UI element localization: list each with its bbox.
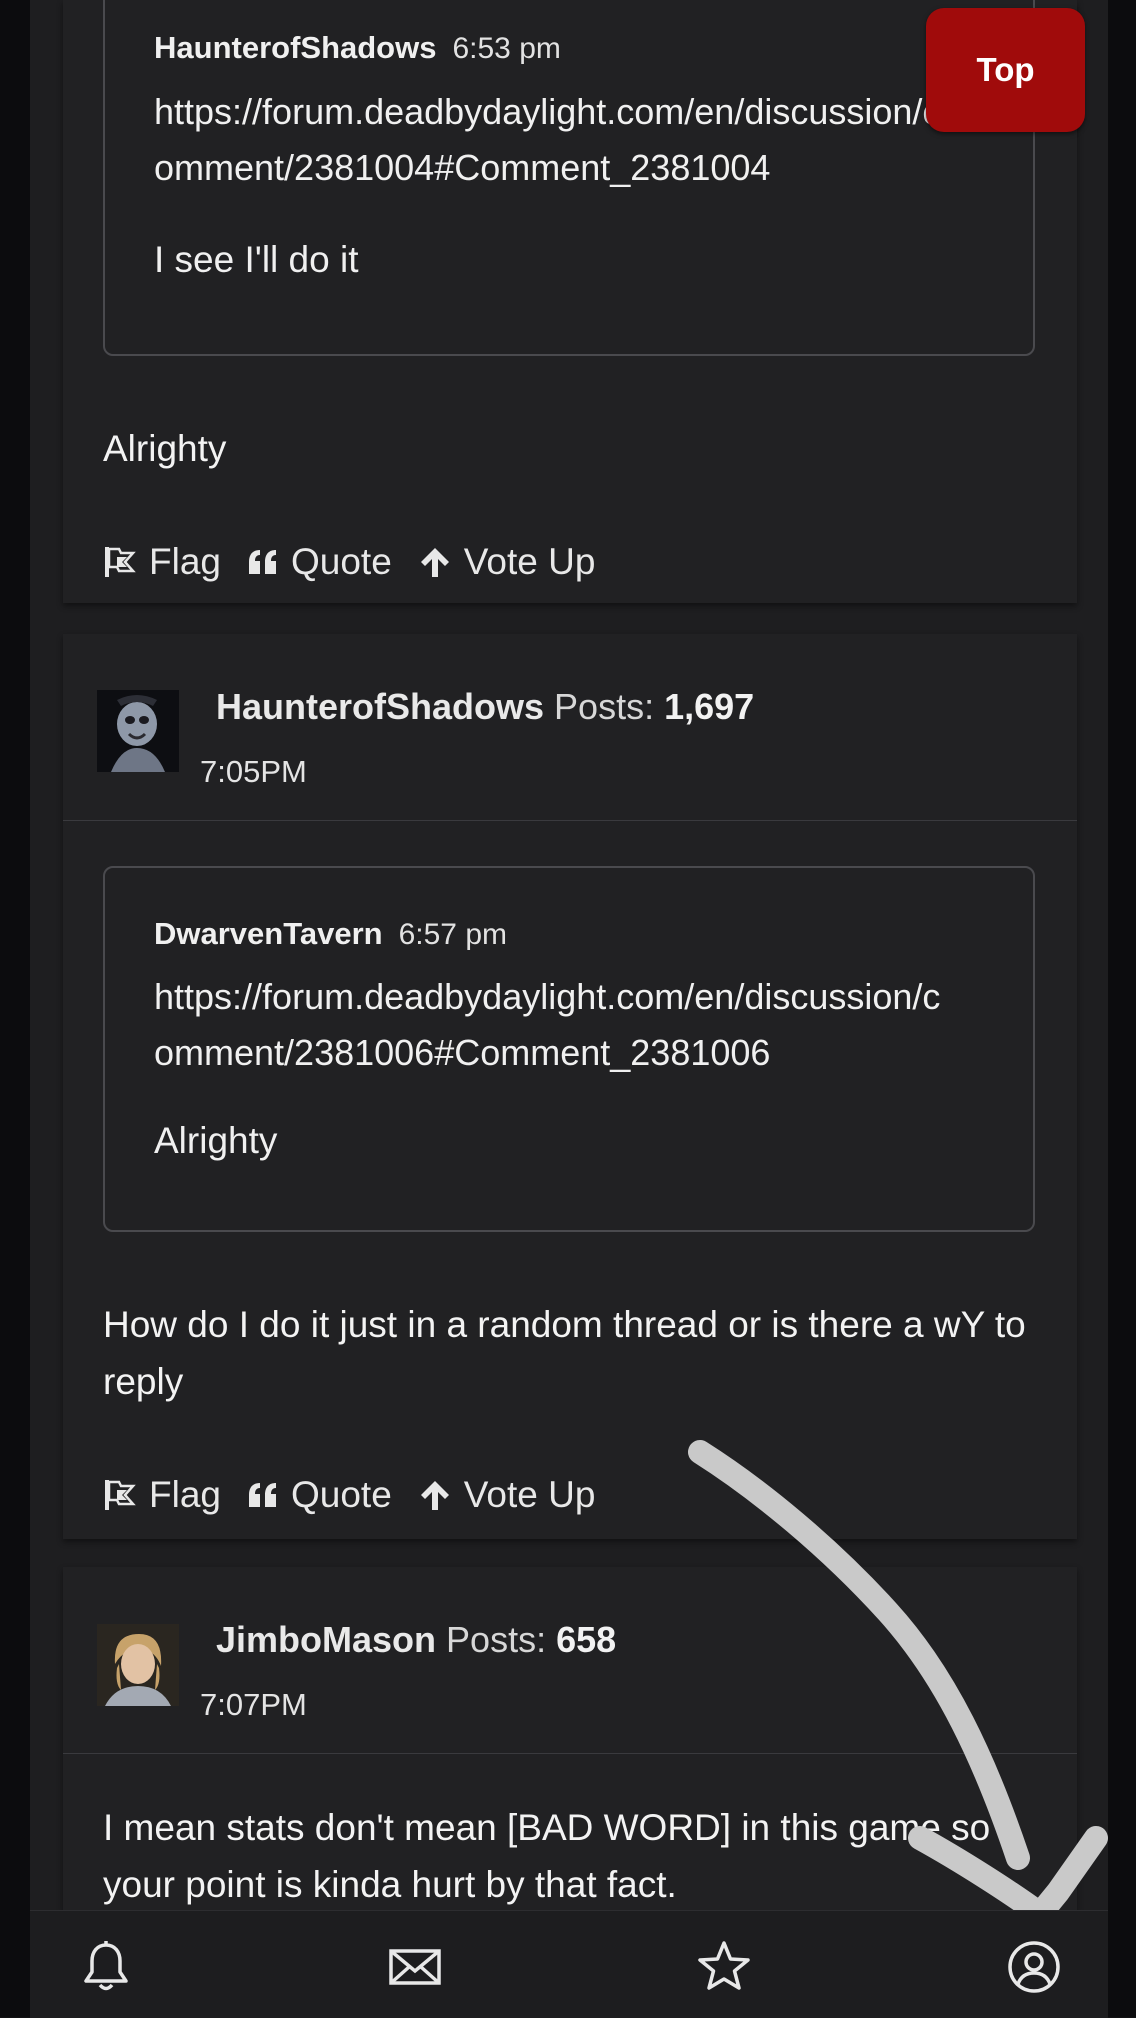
quote-link[interactable]: https://forum.deadbydaylight.com/en/disc… xyxy=(154,969,954,1081)
vote-up-button[interactable]: Vote Up xyxy=(418,1474,596,1516)
quote-header: HaunterofShadows 6:53 pm xyxy=(154,30,561,66)
author-name[interactable]: HaunterofShadows xyxy=(216,686,544,727)
quote-text: Alrighty xyxy=(154,1120,278,1161)
quote-label: Quote xyxy=(290,541,392,582)
arrow-up-icon xyxy=(420,548,449,577)
vote-up-label: Vote Up xyxy=(463,1474,596,1515)
quote-time: 6:57 pm xyxy=(398,918,507,951)
post-time[interactable]: 7:07PM xyxy=(200,1687,307,1723)
author-name[interactable]: JimboMason xyxy=(216,1619,436,1660)
quote-button[interactable]: Quote xyxy=(247,1474,392,1516)
quote-author[interactable]: HaunterofShadows xyxy=(154,30,436,65)
quote-button[interactable]: Quote xyxy=(247,541,392,583)
avatar-image-haunter xyxy=(97,690,179,772)
envelope-icon[interactable] xyxy=(387,1939,443,1995)
comment-card: HaunterofShadows Posts: 1,697 7:05PM Dwa… xyxy=(63,634,1077,1539)
flag-label: Flag xyxy=(149,541,221,582)
comment-actions: Flag Quote Vote Up xyxy=(103,1470,621,1520)
post-time[interactable]: 7:05PM xyxy=(200,754,307,790)
quote-header: DwarvenTavern 6:57 pm xyxy=(154,916,507,952)
comment-header: HaunterofShadows Posts: 1,697 7:05PM xyxy=(63,634,1077,821)
quote-icon xyxy=(248,550,276,574)
scroll-to-top-button[interactable]: Top xyxy=(926,8,1085,132)
comment-body: Alrighty xyxy=(103,428,227,469)
comment-header: JimboMason Posts: 658 7:07PM xyxy=(63,1567,1077,1754)
flag-button[interactable]: Flag xyxy=(103,1474,221,1516)
posts-count: 658 xyxy=(556,1619,617,1660)
flag-label: Flag xyxy=(149,1474,221,1515)
bottom-navigation xyxy=(30,1910,1108,2018)
comment-card: HaunterofShadows 6:53 pm https://forum.de… xyxy=(63,0,1077,603)
author-line: JimboMason Posts: 658 xyxy=(216,1619,616,1661)
quote-text: I see I'll do it xyxy=(154,239,359,280)
quote-block: DwarvenTavern 6:57 pm https://forum.deadb… xyxy=(103,866,1035,1232)
vote-up-label: Vote Up xyxy=(463,541,596,582)
arrow-up-icon xyxy=(420,1481,449,1510)
flag-button[interactable]: Flag xyxy=(103,541,221,583)
comment-actions: Flag Quote Vote Up xyxy=(103,537,621,587)
user-circle-icon[interactable] xyxy=(1006,1939,1062,1995)
comment-body: How do I do it just in a random thread o… xyxy=(103,1304,1026,1402)
author-line: HaunterofShadows Posts: 1,697 xyxy=(216,686,754,728)
quote-time: 6:53 pm xyxy=(452,32,561,65)
posts-label: Posts: xyxy=(446,1619,547,1660)
vote-up-button[interactable]: Vote Up xyxy=(418,541,596,583)
star-icon[interactable] xyxy=(696,1939,752,1995)
avatar[interactable] xyxy=(97,1624,179,1706)
avatar-image-jimbo xyxy=(97,1624,179,1706)
flag-icon xyxy=(105,547,136,577)
quote-author[interactable]: DwarvenTavern xyxy=(154,916,383,951)
quote-label: Quote xyxy=(290,1474,392,1515)
quote-link[interactable]: https://forum.deadbydaylight.com/en/disc… xyxy=(154,84,954,196)
quote-icon xyxy=(248,1483,276,1507)
posts-label: Posts: xyxy=(554,686,655,727)
comment-body: I mean stats don't mean [BAD WORD] in th… xyxy=(103,1807,991,1905)
bell-icon[interactable] xyxy=(78,1939,134,1995)
avatar[interactable] xyxy=(97,690,179,772)
flag-icon xyxy=(105,1480,136,1510)
quote-block: HaunterofShadows 6:53 pm https://forum.de… xyxy=(103,0,1035,356)
comment-card: JimboMason Posts: 658 7:07PM I mean stat… xyxy=(63,1567,1077,1910)
posts-count: 1,697 xyxy=(664,686,755,727)
